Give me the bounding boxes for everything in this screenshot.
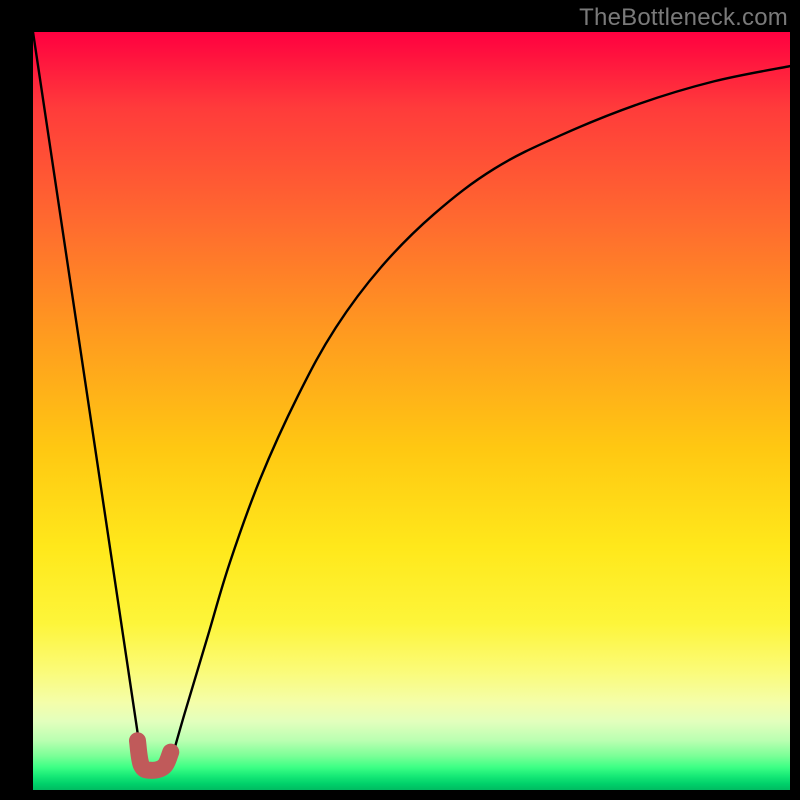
marker-layer [33, 32, 790, 790]
watermark-text: TheBottleneck.com [579, 4, 788, 32]
plot-area [33, 32, 790, 790]
chart-frame: TheBottleneck.com [0, 0, 800, 800]
min-marker [137, 741, 170, 771]
